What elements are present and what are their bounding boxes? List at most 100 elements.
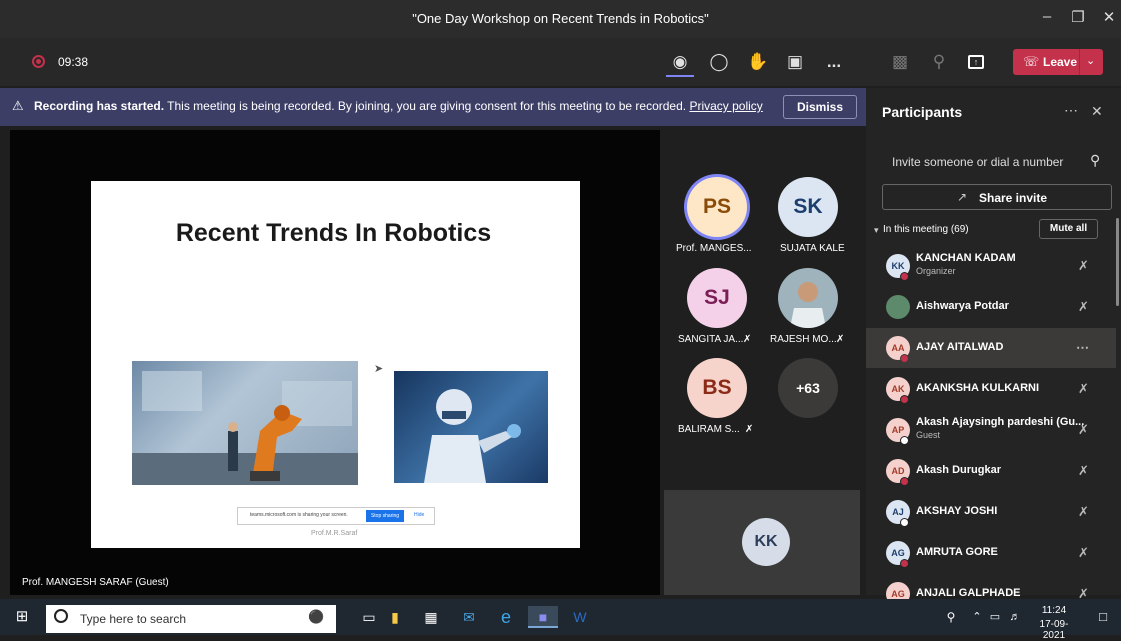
file-explorer-icon[interactable]: ▮ [384,606,406,628]
gallery-initials: SK [793,195,823,218]
participant-row[interactable]: AD Akash Durugkar ✗ [866,451,1116,491]
mic-off-icon: ✗ [1078,258,1089,273]
leave-label: Leave [1043,55,1078,69]
privacy-policy-link[interactable]: Privacy policy [689,99,762,113]
gallery-initials: SJ [704,286,730,309]
participant-role: Guest [916,430,941,440]
meeting-timer: 09:38 [58,55,89,69]
clock-time[interactable]: 11:24 [1030,605,1078,616]
gallery-photo-rajesh[interactable] [778,268,838,328]
camera-off-icon[interactable]: ▩ [888,50,912,74]
search-icon[interactable]: ⚲ [1090,152,1100,169]
invite-input[interactable]: Invite someone or dial a number [892,155,1063,169]
store-icon[interactable]: ▦ [420,606,442,628]
participant-row[interactable]: AK AKANKSHA KULKARNI ✗ [866,369,1116,409]
gallery-avatar-sj[interactable]: SJ [687,268,747,328]
tray-expand-icon[interactable]: ⌃ [970,606,984,628]
mic-off-icon[interactable]: ⚲ [927,50,951,74]
notifications-icon[interactable]: □ [1094,606,1112,628]
word-icon[interactable]: W [569,606,591,628]
recording-banner: ⚠ Recording has started. This meeting is… [0,88,866,126]
chat-icon[interactable]: ◯ [707,50,731,74]
leave-options-chevron-icon[interactable]: ⌄ [1086,54,1095,67]
task-view-icon[interactable]: ▭ [358,606,380,628]
mic-off-icon: ✗ [743,334,752,345]
self-initials: KK [754,533,778,550]
participant-name: AKANKSHA KULKARNI [916,382,1040,394]
network-icon[interactable]: ▭ [986,606,1004,628]
maximize-button[interactable]: ❐ [1066,8,1090,26]
participants-icon[interactable]: ◉ [668,50,692,74]
mic-off-icon: ✗ [1078,463,1089,478]
mail-icon[interactable]: ✉ [458,606,480,628]
participant-row[interactable]: AP Akash Ajaysingh pardeshi (Gu... Guest… [866,410,1116,450]
participant-row[interactable]: AJ AKSHAY JOSHI ✗ [866,492,1116,532]
phone-hangup-icon: ☏ [1023,54,1040,69]
reactions-icon[interactable]: ✋ [746,50,770,74]
window-title: "One Day Workshop on Recent Trends in Ro… [412,11,709,26]
participant-role: Organizer [916,266,956,276]
edge-icon[interactable]: e [495,606,517,628]
windows-start-icon[interactable]: ⊞ [12,606,32,628]
gallery-label: SUJATA KALE [780,243,845,254]
share-invite-label: Share invite [979,191,1048,205]
panel-close-icon[interactable]: ✕ [1091,103,1103,120]
leave-button[interactable]: ☏ Leave ⌄ [1013,49,1103,75]
gallery-avatar-sk[interactable]: SK [778,177,838,237]
minimize-button[interactable]: – [1035,8,1059,25]
panel-scrollbar[interactable] [1116,218,1119,306]
stop-sharing-button[interactable]: Stop sharing [366,510,404,522]
status-dot [900,354,909,363]
mute-all-button[interactable]: Mute all [1039,219,1098,239]
close-window-button[interactable]: ✕ [1097,8,1121,26]
section-header: In this meeting (69) [883,224,969,235]
status-dot [900,559,909,568]
gallery-label: BALIRAM S... [678,424,740,435]
section-chevron-icon[interactable]: ▾ [874,225,879,236]
gallery-overflow-count[interactable]: +63 [778,358,838,418]
self-avatar: KK [742,518,790,566]
humanoid-robot-image [394,371,548,483]
hide-button[interactable]: Hide [414,512,424,518]
slide-footer: Prof.M.R.Saraf [311,530,358,537]
participant-row[interactable]: AG AMRUTA GORE ✗ [866,533,1116,573]
mic-off-icon: ✗ [1078,586,1089,599]
gallery-label: SANGITA JA... [678,334,744,345]
status-dot [900,518,909,527]
gallery-avatar-ps[interactable]: PS [687,177,747,237]
taskbar-search-placeholder: Type here to search [80,612,187,626]
mic-off-icon: ✗ [1078,545,1089,560]
participant-row[interactable]: AG ANJALI GALPHADE ✗ [866,574,1116,599]
warning-icon: ⚠ [12,98,24,113]
mic-off-icon: ✗ [1078,422,1089,437]
cortana-icon [54,609,68,623]
share-tray-icon[interactable]: ↑ [964,50,988,74]
taskbar-search-box[interactable]: Type here to search ⚫ [46,605,336,633]
participant-name: Aishwarya Potdar [916,300,1009,312]
microphone-icon[interactable]: ⚫ [308,609,324,625]
title-bar: "One Day Workshop on Recent Trends in Ro… [0,0,1121,38]
presenter-name-label: Prof. MANGESH SARAF (Guest) [22,577,169,588]
gallery-label: Prof. MANGES... [676,243,752,254]
participant-more-button[interactable]: ⋯ [1076,340,1089,356]
self-video-tile[interactable]: KK [664,490,860,595]
participant-name: AMRUTA GORE [916,546,998,558]
people-icon[interactable]: ⚲ [940,606,962,628]
panel-more-button[interactable]: ⋯ [1064,102,1078,119]
dismiss-button[interactable]: Dismiss [783,95,857,119]
share-invite-button[interactable]: ↗ Share invite [882,184,1112,210]
participant-row-hovered[interactable]: AA AJAY AITALWAD ⋯ [866,328,1116,368]
volume-icon[interactable]: ♬ [1006,606,1024,628]
teams-icon[interactable]: ■ [528,606,558,628]
participant-row[interactable]: Aishwarya Potdar ✗ [866,287,1116,327]
rooms-icon[interactable]: ▣ [783,50,807,74]
clock-date[interactable]: 17-09-2021 [1030,619,1078,641]
participant-row[interactable]: KK KANCHAN KADAM Organizer ✗ [866,246,1116,286]
mouse-cursor-icon: ➤ [374,363,384,375]
share-notice-text: teams.microsoft.com is sharing your scre… [250,512,348,518]
more-actions-button[interactable]: ... [822,50,846,74]
participant-name: KANCHAN KADAM [916,252,1016,264]
gallery-overflow-label: +63 [796,380,820,396]
mic-off-icon: ✗ [1078,504,1089,519]
gallery-avatar-bs[interactable]: BS [687,358,747,418]
